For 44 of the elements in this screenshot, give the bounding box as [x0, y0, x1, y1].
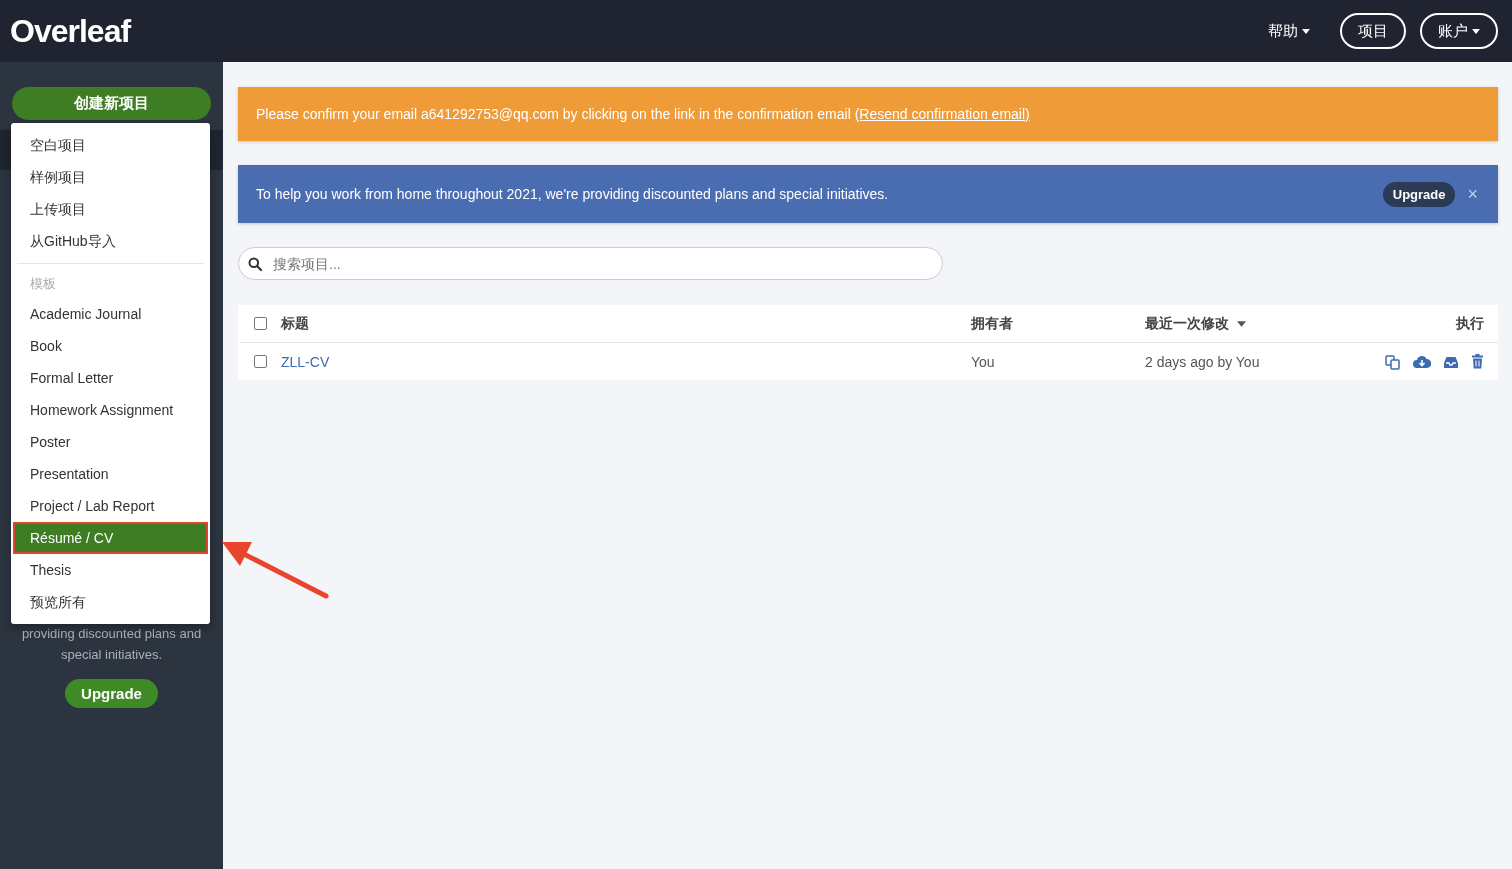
menu-header: 模板: [29, 275, 57, 293]
menu-item[interactable]: 样例项目: [11, 161, 210, 193]
menu-item[interactable]: Formal Letter: [11, 362, 210, 394]
column-header[interactable]: 标题: [281, 314, 309, 333]
menu-item[interactable]: Thesis: [11, 554, 210, 586]
menu-item[interactable]: Book: [11, 330, 210, 362]
checkbox[interactable]: [254, 355, 267, 368]
promo-text: special initiatives.: [59, 646, 164, 664]
table-cell: 2 days ago by You: [1145, 353, 1260, 370]
nav-link[interactable]: 帮助: [1252, 15, 1326, 47]
checkbox[interactable]: [254, 317, 267, 330]
logo[interactable]: Overleaf: [10, 12, 131, 50]
caret-icon: [1472, 28, 1480, 34]
search-icon: [248, 257, 262, 271]
menu-item[interactable]: 空白项目: [11, 129, 210, 161]
upgrade-button[interactable]: Upgrade: [1382, 181, 1456, 207]
menu-item[interactable]: 上传项目: [11, 193, 210, 225]
nav-link[interactable]: 账户: [1420, 13, 1498, 49]
copy-icon[interactable]: [1385, 353, 1401, 370]
caret-icon: [1302, 28, 1310, 34]
menu-item[interactable]: 预览所有: [11, 586, 210, 618]
alert-text: To help you work from home throughout 2021, we're providing discounted plans and special initiatives.: [256, 186, 890, 202]
menu-item[interactable]: 从GitHub导入: [11, 225, 210, 257]
promo-text: providing discounted plans and: [21, 625, 202, 643]
alert-text: Please confirm your email a641292753@qq.com by clicking on the link in the confirmation email (Resend confirmation email): [256, 106, 1030, 122]
search-field[interactable]: 搜索项目...: [238, 247, 943, 280]
menu-item[interactable]: Poster: [11, 426, 210, 458]
menu-item[interactable]: Résumé / CV: [13, 522, 208, 554]
table-cell: You: [971, 353, 995, 370]
column-header[interactable]: 最近一次修改: [1145, 314, 1229, 333]
column-header[interactable]: 执行: [1456, 314, 1484, 333]
column-header[interactable]: 拥有者: [971, 314, 1013, 333]
upgrade-button[interactable]: Upgrade: [65, 679, 158, 708]
menu-item[interactable]: Project / Lab Report: [11, 490, 210, 522]
menu-item[interactable]: Homework Assignment: [11, 394, 210, 426]
nav-link[interactable]: 项目: [1340, 13, 1406, 49]
sort-caret-icon: [1237, 320, 1246, 327]
trash-icon[interactable]: [1471, 354, 1484, 369]
new-project-button[interactable]: 创建新项目: [12, 87, 211, 120]
menu-item[interactable]: Presentation: [11, 458, 210, 490]
cloud-download-icon[interactable]: [1413, 354, 1431, 369]
inbox-icon[interactable]: [1443, 354, 1459, 369]
project-link[interactable]: ZLL-CV: [281, 353, 330, 370]
menu-item[interactable]: Academic Journal: [11, 298, 210, 330]
